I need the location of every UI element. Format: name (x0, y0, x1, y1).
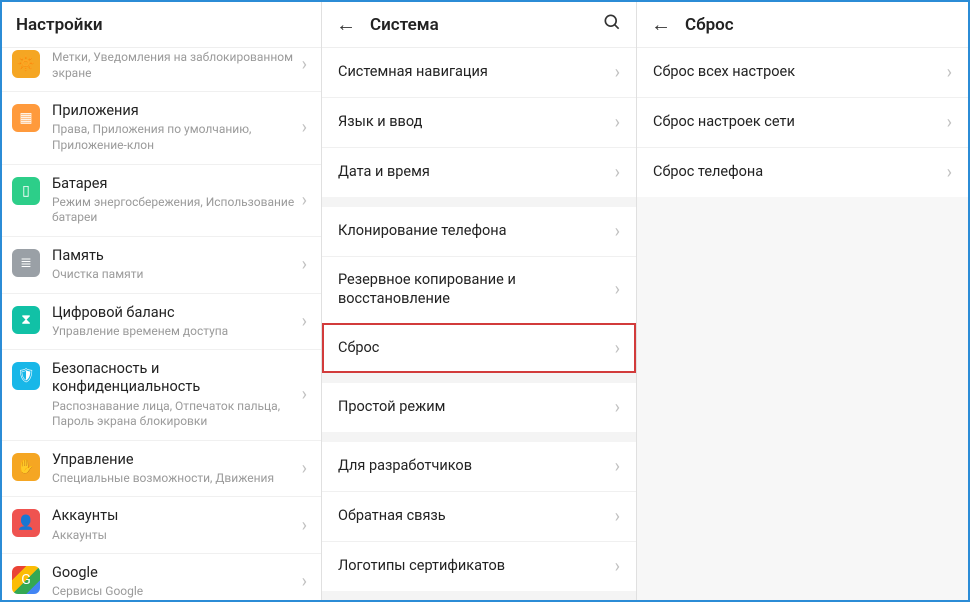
row-subtitle: Сервисы Google (52, 584, 296, 600)
chevron-right-icon: › (947, 112, 952, 133)
system-row-clone[interactable]: Клонирование телефона› (322, 207, 636, 256)
settings-row-battery[interactable]: ▯ Батарея Режим энергосбережения, Использо… (2, 164, 321, 236)
chevron-right-icon: › (615, 456, 620, 477)
chevron-right-icon: › (615, 556, 620, 577)
settings-row-accounts[interactable]: 👤 Аккаунты Аккаунты › (2, 496, 321, 553)
settings-row-digital[interactable]: ⧗ Цифровой баланс Управление временем дост… (2, 293, 321, 350)
row-label: Резервное копирование и восстановление (338, 271, 615, 309)
row-label: Сброс телефона (653, 163, 947, 182)
settings-row-apps[interactable]: ▦ Приложения Права, Приложения по умолчани… (2, 91, 321, 163)
row-subtitle: Аккаунты (52, 528, 296, 544)
system-row-certs[interactable]: Логотипы сертификатов› (322, 541, 636, 591)
row-label: Клонирование телефона (338, 222, 615, 241)
row-subtitle: Очистка памяти (52, 267, 296, 283)
row-title: Память (52, 247, 296, 265)
system-list: Системная навигация›Язык и ввод›Дата и в… (322, 48, 636, 600)
apps-icon: ▦ (12, 104, 40, 132)
row-label: Обратная связь (338, 507, 615, 526)
chevron-right-icon: › (615, 162, 620, 183)
security-icon: 🛡 (12, 362, 40, 390)
accounts-icon: 👤 (12, 509, 40, 537)
chevron-right-icon: › (302, 311, 307, 332)
chevron-right-icon: › (615, 221, 620, 242)
row-title: Google (52, 564, 296, 582)
chevron-right-icon: › (302, 54, 307, 75)
row-label: Сброс (338, 339, 615, 358)
system-row-reset[interactable]: Сброс› (322, 323, 636, 373)
settings-row-lockscreen[interactable]: 🔆 Метки, Уведомления на заблокированном э… (2, 48, 321, 91)
memory-icon: ≣ (12, 249, 40, 277)
back-icon[interactable]: ← (651, 12, 671, 37)
digital-icon: ⧗ (12, 306, 40, 334)
chevron-right-icon: › (302, 190, 307, 211)
chevron-right-icon: › (302, 384, 307, 405)
chevron-right-icon: › (947, 62, 952, 83)
row-subtitle: Специальные возможности, Движения (52, 471, 296, 487)
row-title: Безопасность и конфиденциальность (52, 360, 296, 396)
row-label: Сброс всех настроек (653, 63, 947, 82)
google-icon: G (12, 566, 40, 594)
row-subtitle: Метки, Уведомления на заблокированном эк… (52, 50, 296, 81)
row-label: Для разработчиков (338, 457, 615, 476)
row-title: Аккаунты (52, 507, 296, 525)
row-subtitle: Права, Приложения по умолчанию, Приложен… (52, 122, 296, 153)
control-icon: ✋ (12, 453, 40, 481)
pane3-header: ← Сброс (637, 2, 968, 48)
row-title: Приложения (52, 102, 296, 120)
battery-icon: ▯ (12, 177, 40, 205)
chevron-right-icon: › (615, 397, 620, 418)
pane2-title: Система (370, 15, 439, 35)
row-label: Дата и время (338, 163, 615, 182)
row-label: Системная навигация (338, 63, 615, 82)
search-icon[interactable] (602, 12, 622, 37)
reset-row-reset-all[interactable]: Сброс всех настроек› (637, 48, 968, 97)
system-row-nav[interactable]: Системная навигация› (322, 48, 636, 97)
row-label: Логотипы сертификатов (338, 557, 615, 576)
pane1-title: Настройки (16, 15, 103, 35)
system-row-dev[interactable]: Для разработчиков› (322, 442, 636, 491)
chevron-right-icon: › (947, 162, 952, 183)
reset-row-reset-network[interactable]: Сброс настроек сети› (637, 97, 968, 147)
row-subtitle: Режим энергосбережения, Использование ба… (52, 195, 296, 226)
system-row-backup[interactable]: Резервное копирование и восстановление› (322, 256, 636, 323)
row-label: Простой режим (338, 398, 615, 417)
chevron-right-icon: › (615, 112, 620, 133)
settings-list: 🔆 Метки, Уведомления на заблокированном э… (2, 48, 321, 600)
chevron-right-icon: › (302, 117, 307, 138)
system-row-simple[interactable]: Простой режим› (322, 383, 636, 432)
settings-row-google[interactable]: G Google Сервисы Google › (2, 553, 321, 600)
pane2-header: ← Система (322, 2, 636, 48)
chevron-right-icon: › (615, 279, 620, 300)
system-row-lang[interactable]: Язык и ввод› (322, 97, 636, 147)
chevron-right-icon: › (302, 254, 307, 275)
row-title: Управление (52, 451, 296, 469)
lockscreen-icon: 🔆 (12, 50, 40, 78)
row-label: Сброс настроек сети (653, 113, 947, 132)
system-row-feedback[interactable]: Обратная связь› (322, 491, 636, 541)
chevron-right-icon: › (615, 62, 620, 83)
system-row-date[interactable]: Дата и время› (322, 147, 636, 197)
chevron-right-icon: › (302, 515, 307, 536)
chevron-right-icon: › (615, 506, 620, 527)
pane3-title: Сброс (685, 15, 734, 35)
pane1-header: Настройки (2, 2, 321, 48)
chevron-right-icon: › (615, 338, 620, 359)
chevron-right-icon: › (302, 458, 307, 479)
chevron-right-icon: › (302, 571, 307, 592)
back-icon[interactable]: ← (336, 12, 356, 37)
reset-list: Сброс всех настроек›Сброс настроек сети›… (637, 48, 968, 600)
row-title: Батарея (52, 175, 296, 193)
row-subtitle: Распознавание лица, Отпечаток пальца, Па… (52, 399, 296, 430)
settings-row-memory[interactable]: ≣ Память Очистка памяти › (2, 236, 321, 293)
row-subtitle: Управление временем доступа (52, 324, 296, 340)
settings-row-control[interactable]: ✋ Управление Специальные возможности, Движ… (2, 440, 321, 497)
row-label: Язык и ввод (338, 113, 615, 132)
row-title: Цифровой баланс (52, 304, 296, 322)
settings-row-security[interactable]: 🛡 Безопасность и конфиденциальностьРаспоз… (2, 349, 321, 439)
reset-row-reset-phone[interactable]: Сброс телефона› (637, 147, 968, 197)
